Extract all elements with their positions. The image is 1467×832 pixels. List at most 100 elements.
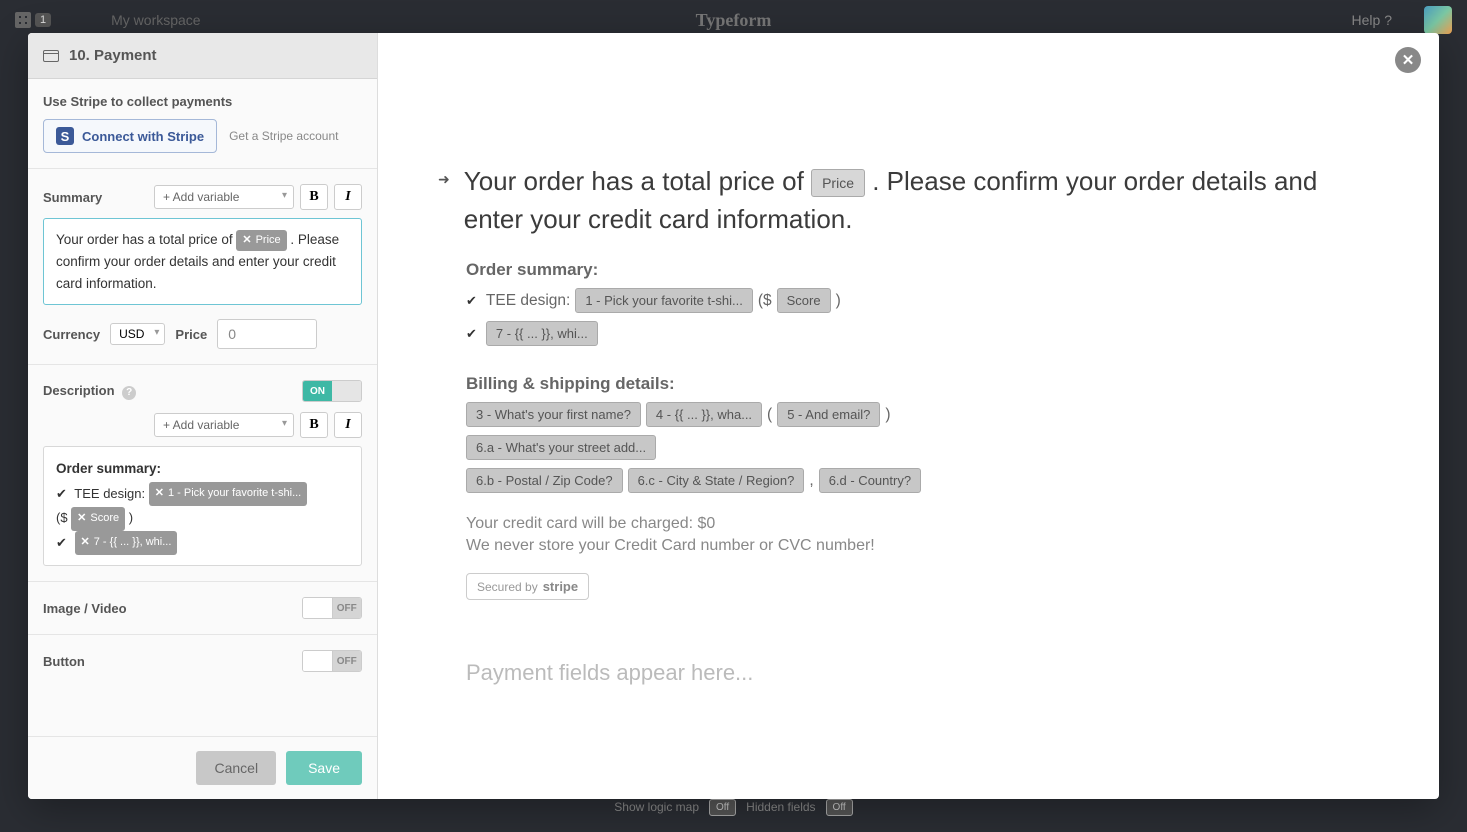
- tag-q6d: 6.d - Country?: [819, 468, 921, 493]
- remove-chip-icon[interactable]: ✕: [155, 484, 164, 504]
- logic-map-label[interactable]: Show logic map: [614, 800, 699, 814]
- workspace-name[interactable]: My workspace: [111, 12, 200, 28]
- logic-toggle[interactable]: Off: [709, 799, 736, 816]
- description-toggle[interactable]: ON: [302, 380, 362, 402]
- close-button[interactable]: ✕: [1395, 47, 1421, 73]
- price-input[interactable]: [217, 319, 317, 349]
- dollar-open: ($: [758, 292, 772, 310]
- tag-q3: 3 - What's your first name?: [466, 402, 641, 427]
- payment-icon: [43, 50, 59, 62]
- grid-icon[interactable]: [15, 12, 31, 28]
- stripe-section: Use Stripe to collect payments S Connect…: [28, 79, 377, 169]
- summary-add-variable[interactable]: + Add variable: [154, 185, 294, 209]
- remove-chip-icon[interactable]: ✕: [81, 533, 90, 553]
- header-badge: 1: [35, 13, 51, 27]
- remove-chip-icon[interactable]: ✕: [242, 232, 251, 250]
- paren-close: ): [836, 292, 841, 310]
- billing-line-3: 6.b - Postal / Zip Code? 6.c - City & St…: [466, 468, 1379, 493]
- summary-text-before: Your order has a total price of: [56, 232, 236, 247]
- remove-chip-icon[interactable]: ✕: [77, 509, 86, 529]
- save-button[interactable]: Save: [286, 751, 362, 785]
- hidden-toggle[interactable]: Off: [826, 799, 853, 816]
- charge-line-2: We never store your Credit Card number o…: [466, 537, 1379, 555]
- button-section: Button OFF: [28, 635, 377, 687]
- sidebar-footer: Cancel Save: [28, 736, 377, 799]
- toggle-on-label: ON: [303, 381, 332, 401]
- button-toggle[interactable]: OFF: [302, 650, 362, 672]
- close-icon: ✕: [1402, 51, 1415, 69]
- stripe-s-icon: S: [56, 127, 74, 145]
- toggle-spacer: [303, 598, 333, 618]
- desc-bold-button[interactable]: B: [300, 412, 328, 438]
- toggle-off-handle: [332, 381, 361, 401]
- toggle-spacer: [303, 651, 333, 671]
- tag-q5: 5 - And email?: [777, 402, 880, 427]
- bold-button[interactable]: B: [300, 184, 328, 210]
- price-variable-chip[interactable]: ✕Price: [236, 230, 286, 252]
- image-video-section: Image / Video OFF: [28, 582, 377, 635]
- desc-heading: Order summary:: [56, 457, 349, 481]
- secured-prefix: Secured by: [477, 580, 538, 594]
- stripe-heading: Use Stripe to collect payments: [43, 94, 362, 109]
- description-label: Description ?: [43, 383, 136, 400]
- desc-chip-tee[interactable]: ✕1 - Pick your favorite t-shi...: [149, 482, 307, 506]
- desc-chip-q7[interactable]: ✕7 - {{ ... }}, whi...: [75, 531, 178, 555]
- arrow-icon: ➜: [438, 171, 450, 188]
- cancel-button[interactable]: Cancel: [196, 751, 276, 785]
- currency-select[interactable]: USD: [110, 323, 165, 345]
- price-label: Price: [175, 327, 207, 342]
- currency-label: Currency: [43, 327, 100, 342]
- settings-sidebar: 10. Payment Use Stripe to collect paymen…: [28, 33, 378, 799]
- tag-q4: 4 - {{ ... }}, wha...: [646, 402, 762, 427]
- paren-open: (: [767, 406, 772, 424]
- question-row: ➜ Your order has a total price of Price …: [438, 163, 1379, 238]
- order-summary-heading: Order summary:: [466, 260, 1379, 280]
- secured-badge: Secured by stripe: [466, 573, 589, 600]
- description-editor[interactable]: Order summary: ✔ TEE design: ✕1 - Pick y…: [43, 446, 362, 566]
- tag-q6a: 6.a - What's your street add...: [466, 435, 656, 460]
- tee-line: ✔ TEE design: 1 - Pick your favorite t-s…: [466, 288, 1379, 313]
- stripe-logo-text: stripe: [543, 579, 578, 594]
- brand-logo: Typeform: [696, 10, 772, 31]
- toggle-off-label: OFF: [333, 598, 362, 618]
- tag-score: Score: [777, 288, 831, 313]
- avatar[interactable]: [1424, 6, 1452, 34]
- preview-pane: ✕ ➜ Your order has a total price of Pric…: [378, 33, 1439, 799]
- question-text: Your order has a total price of Price . …: [464, 163, 1379, 238]
- description-add-variable[interactable]: + Add variable: [154, 413, 294, 437]
- summary-editor[interactable]: Your order has a total price of ✕Price .…: [43, 218, 362, 305]
- image-video-label: Image / Video: [43, 601, 127, 616]
- charge-line-1: Your credit card will be charged: $0: [466, 515, 1379, 533]
- check-icon: ✔: [466, 326, 477, 342]
- billing-line-1: 3 - What's your first name? 4 - {{ ... }…: [466, 402, 1379, 427]
- sidebar-body: Use Stripe to collect payments S Connect…: [28, 79, 377, 736]
- image-video-toggle[interactable]: OFF: [302, 597, 362, 619]
- check-icon: ✔: [56, 486, 67, 501]
- tee-label: TEE design:: [74, 486, 145, 501]
- paren-open: ($: [56, 510, 71, 525]
- help-link[interactable]: Help ?: [1352, 12, 1392, 28]
- tag-q6b: 6.b - Postal / Zip Code?: [466, 468, 623, 493]
- billing-line-2: 6.a - What's your street add...: [466, 435, 1379, 460]
- payment-modal: 10. Payment Use Stripe to collect paymen…: [28, 33, 1439, 799]
- paren-close: ): [129, 510, 133, 525]
- desc-chip-score[interactable]: ✕Score: [71, 507, 125, 531]
- connect-stripe-button[interactable]: S Connect with Stripe: [43, 119, 217, 153]
- help-icon[interactable]: ?: [122, 386, 136, 400]
- q7-line: ✔ 7 - {{ ... }}, whi...: [466, 321, 1379, 346]
- get-stripe-link[interactable]: Get a Stripe account: [229, 129, 338, 143]
- paren-close: ): [885, 406, 890, 424]
- italic-button[interactable]: I: [334, 184, 362, 210]
- sidebar-title: 10. Payment: [69, 47, 157, 64]
- hidden-fields-label[interactable]: Hidden fields: [746, 800, 815, 814]
- button-label: Button: [43, 654, 85, 669]
- billing-heading: Billing & shipping details:: [466, 374, 1379, 394]
- desc-italic-button[interactable]: I: [334, 412, 362, 438]
- comma: ,: [809, 472, 813, 490]
- description-section: Description ? ON + Add variable B I Orde…: [28, 365, 377, 582]
- connect-stripe-label: Connect with Stripe: [82, 129, 204, 144]
- payment-fields-placeholder: Payment fields appear here...: [466, 660, 1379, 686]
- toggle-off-label: OFF: [333, 651, 362, 671]
- summary-section: Summary + Add variable B I Your order ha…: [28, 169, 377, 365]
- check-icon: ✔: [466, 293, 477, 309]
